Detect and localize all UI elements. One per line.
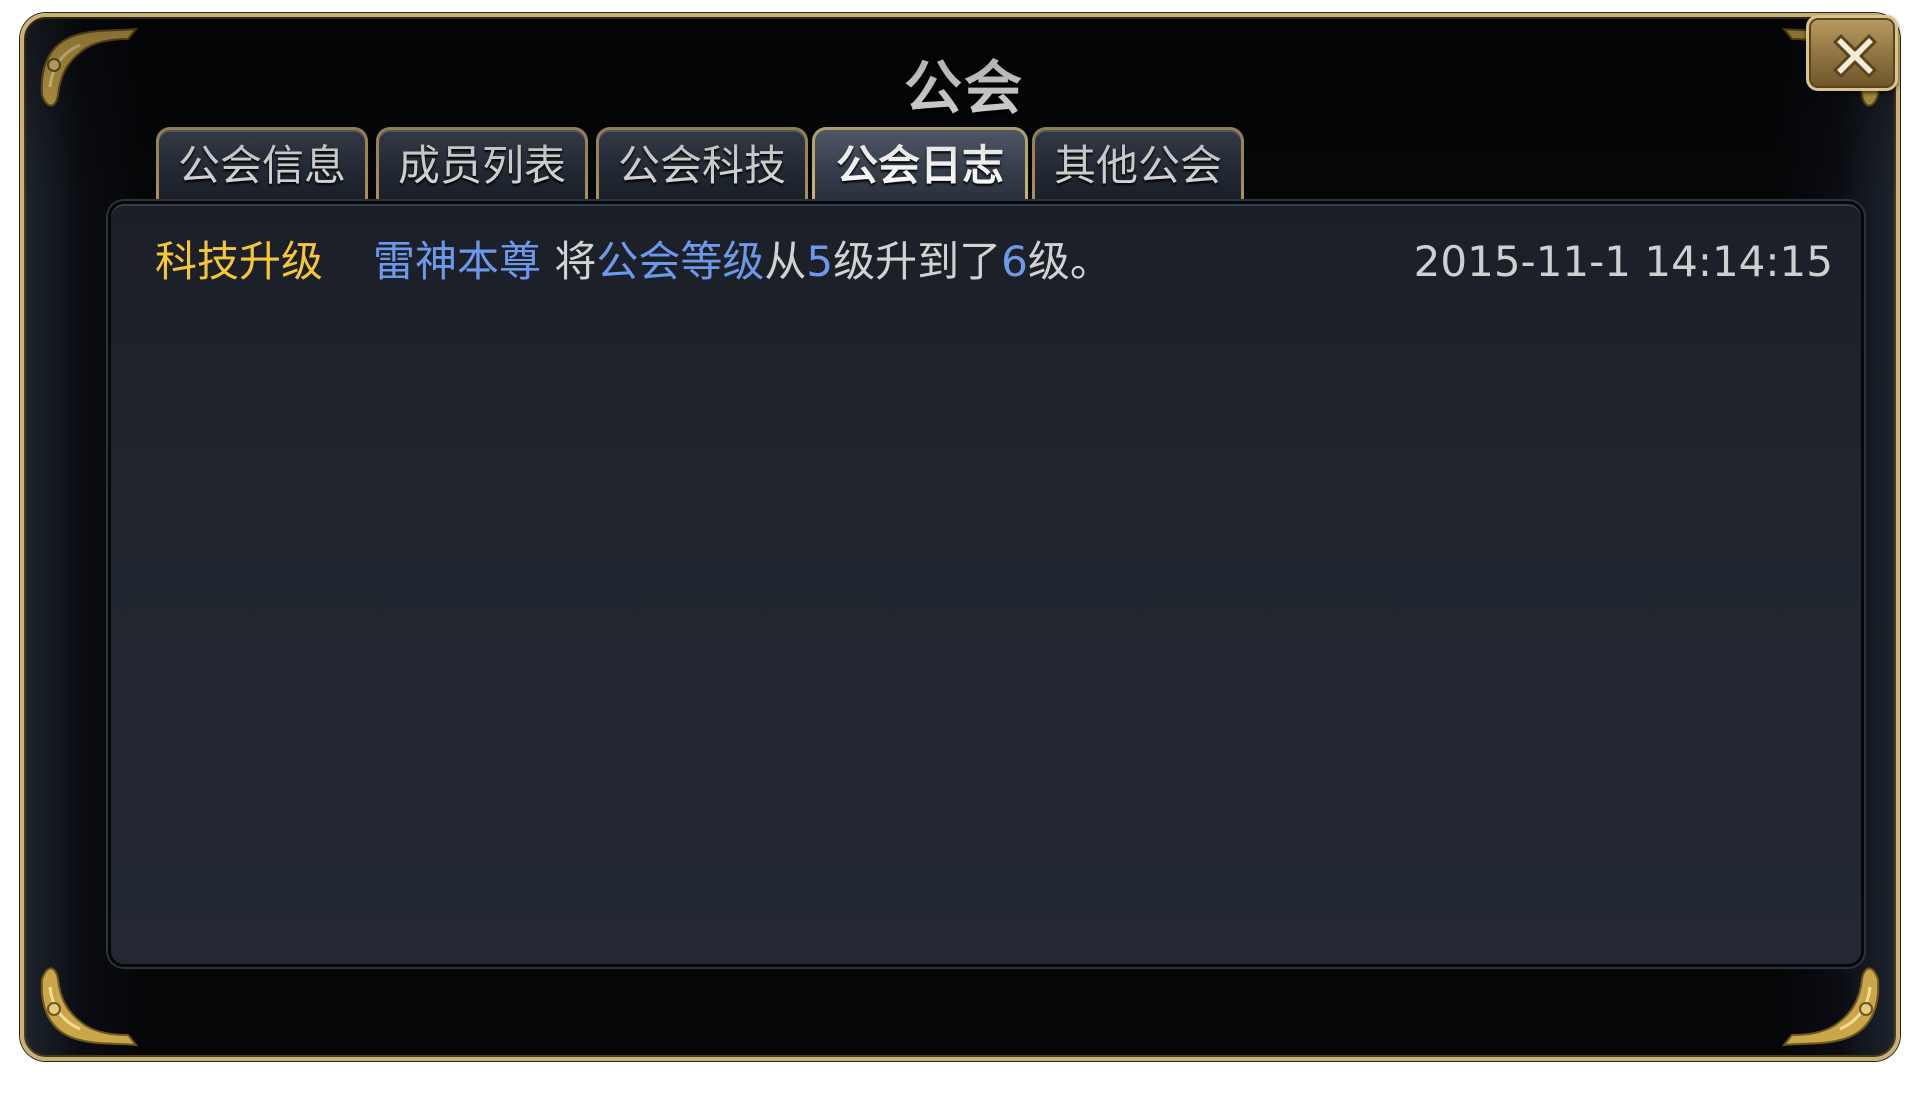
tab-member-list[interactable]: 成员列表 (376, 127, 588, 199)
close-button[interactable] (1806, 15, 1898, 91)
log-text: 将 (541, 237, 597, 286)
log-item-name: 公会等级 (596, 237, 765, 286)
log-panel: 科技升级 雷神本尊 将公会等级从5级升到了6级。 2015-11-1 14:14… (108, 201, 1864, 967)
log-text: 级。 (1027, 237, 1112, 286)
close-x-icon (1833, 34, 1877, 78)
tab-guild-info[interactable]: 公会信息 (156, 127, 368, 199)
log-entry-time: 2015-11-1 14:14:15 (1413, 237, 1833, 286)
dialog-title: 公会 (903, 54, 1024, 122)
stage: 公会 公会信息 成员列表 公会科技 公会日志 其他公会 科技升级 雷神本尊 将公… (0, 0, 1920, 1113)
log-from-level: 5 (806, 237, 834, 286)
log-entry-message: 雷神本尊 将公会等级从5级升到了6级。 (373, 232, 1112, 292)
log-text: 从 (764, 237, 807, 286)
log-entry: 科技升级 雷神本尊 将公会等级从5级升到了6级。 2015-11-1 14:14… (111, 232, 1861, 292)
log-to-level: 6 (1001, 237, 1028, 286)
log-entry-type: 科技升级 (155, 237, 324, 286)
tab-other-guilds[interactable]: 其他公会 (1032, 127, 1244, 199)
log-text: 级升到了 (833, 237, 1002, 286)
guild-dialog: 公会 公会信息 成员列表 公会科技 公会日志 其他公会 科技升级 雷神本尊 将公… (20, 13, 1900, 1061)
log-player-name: 雷神本尊 (373, 237, 542, 286)
tab-guild-log[interactable]: 公会日志 (812, 127, 1028, 199)
tab-guild-tech[interactable]: 公会科技 (596, 127, 808, 199)
